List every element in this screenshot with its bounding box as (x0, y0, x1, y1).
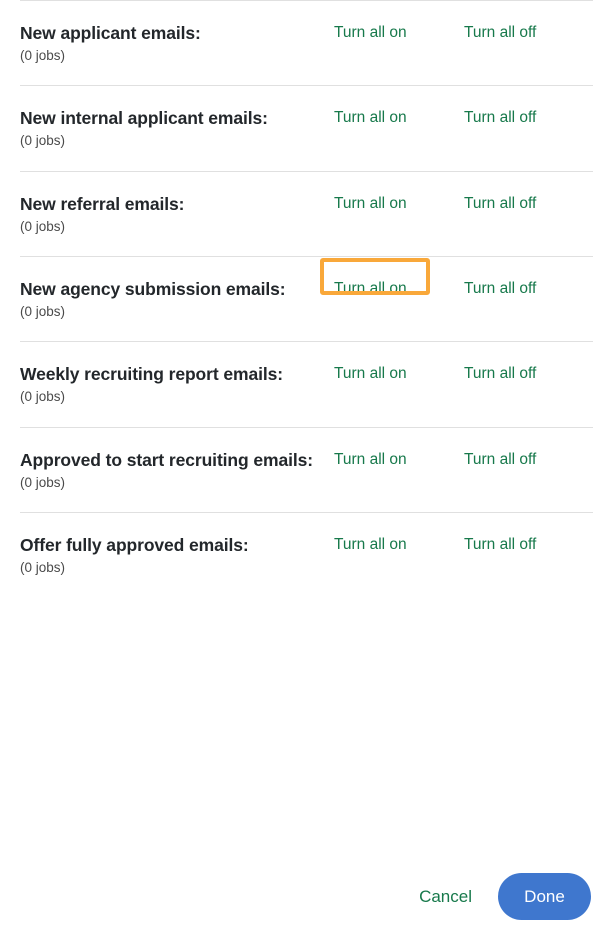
row-label-column: New agency submission emails: (0 jobs) (20, 276, 334, 322)
notification-row: New internal applicant emails: (0 jobs) Tu… (0, 85, 607, 170)
turn-all-on-link[interactable]: Turn all on (334, 279, 407, 300)
turn-all-on-wrapper: Turn all on (334, 23, 464, 44)
turn-all-on-wrapper: Turn all on (334, 450, 464, 471)
notification-row: Offer fully approved emails: (0 jobs) Turn… (0, 512, 607, 597)
notification-row: Weekly recruiting report emails: (0 jobs)… (0, 341, 607, 426)
row-label-column: New applicant emails: (0 jobs) (20, 20, 334, 66)
turn-all-on-wrapper: Turn all on (334, 194, 464, 215)
turn-all-on-wrapper: Turn all on (334, 364, 464, 385)
turn-all-on-link[interactable]: Turn all on (334, 535, 407, 556)
row-label-column: Approved to start recruiting emails: (0 j… (20, 447, 334, 493)
notification-row: New agency submission emails: (0 jobs) Tur… (0, 256, 607, 341)
turn-all-on-wrapper: Turn all on (334, 108, 464, 129)
row-actions: Turn all on Turn all off (334, 191, 536, 215)
row-job-count: (0 jobs) (20, 48, 66, 64)
row-label-column: Offer fully approved emails: (0 jobs) (20, 532, 334, 578)
turn-all-on-link[interactable]: Turn all on (334, 23, 407, 44)
row-actions: Turn all on Turn all off (334, 532, 536, 556)
turn-all-off-link[interactable]: Turn all off (464, 194, 536, 215)
row-title: Offer fully approved emails: (20, 535, 249, 556)
dialog-footer: Cancel Done (0, 844, 607, 949)
row-job-count: (0 jobs) (20, 218, 66, 234)
row-job-count: (0 jobs) (20, 474, 66, 490)
turn-all-off-link[interactable]: Turn all off (464, 450, 536, 471)
row-title: New applicant emails: (20, 23, 201, 43)
turn-all-on-link[interactable]: Turn all on (334, 364, 407, 385)
row-job-count: (0 jobs) (20, 304, 66, 320)
row-content: Weekly recruiting report emails: (0 jobs)… (20, 342, 593, 426)
turn-all-on-link[interactable]: Turn all on (334, 194, 407, 215)
turn-all-off-link[interactable]: Turn all off (464, 279, 536, 300)
row-actions: Turn all on Turn all off (320, 258, 536, 300)
row-actions: Turn all on Turn all off (334, 20, 536, 44)
email-notification-settings-dialog: New applicant emails: (0 jobs) Turn all on… (0, 0, 607, 949)
row-label-column: New referral emails: (0 jobs) (20, 191, 334, 237)
row-label-column: Weekly recruiting report emails: (0 jobs) (20, 361, 334, 407)
notification-row: Approved to start recruiting emails: (0 j… (0, 426, 607, 512)
row-actions: Turn all on Turn all off (334, 447, 536, 471)
row-label-column: New internal applicant emails: (0 jobs) (20, 105, 334, 151)
turn-all-off-link[interactable]: Turn all off (464, 364, 536, 385)
turn-all-off-link[interactable]: Turn all off (464, 108, 536, 129)
turn-all-off-link[interactable]: Turn all off (464, 23, 536, 44)
row-job-count: (0 jobs) (20, 133, 66, 149)
row-title: New referral emails: (20, 193, 185, 214)
notification-row: New referral emails: (0 jobs) Turn all on T… (0, 170, 607, 256)
row-title: Weekly recruiting report emails: (20, 364, 283, 385)
turn-all-on-link[interactable]: Turn all on (334, 108, 407, 129)
row-content: Offer fully approved emails: (0 jobs) Turn… (20, 513, 593, 597)
row-title: New agency submission emails: (20, 279, 286, 300)
done-button[interactable]: Done (498, 873, 591, 920)
row-title: Approved to start recruiting emails: (20, 449, 313, 470)
row-title: New internal applicant emails: (20, 108, 268, 129)
notification-row: New applicant emails: (0 jobs) Turn all on… (0, 0, 607, 85)
row-content: New agency submission emails: (0 jobs) Tur… (20, 257, 593, 341)
row-job-count: (0 jobs) (20, 389, 66, 405)
turn-all-on-wrapper: Turn all on (334, 535, 464, 556)
turn-all-on-link[interactable]: Turn all on (334, 450, 407, 471)
turn-all-on-wrapper: Turn all on (320, 258, 464, 300)
turn-all-off-link[interactable]: Turn all off (464, 535, 536, 556)
row-actions: Turn all on Turn all off (334, 105, 536, 129)
row-content: New internal applicant emails: (0 jobs) Tu… (20, 86, 593, 170)
row-content: Approved to start recruiting emails: (0 j… (20, 428, 593, 512)
row-actions: Turn all on Turn all off (334, 361, 536, 385)
row-job-count: (0 jobs) (20, 560, 66, 576)
notification-rows-list: New applicant emails: (0 jobs) Turn all on… (0, 0, 607, 597)
row-content: New applicant emails: (0 jobs) Turn all on… (20, 1, 593, 85)
row-content: New referral emails: (0 jobs) Turn all on T… (20, 172, 593, 256)
cancel-button[interactable]: Cancel (409, 880, 482, 913)
